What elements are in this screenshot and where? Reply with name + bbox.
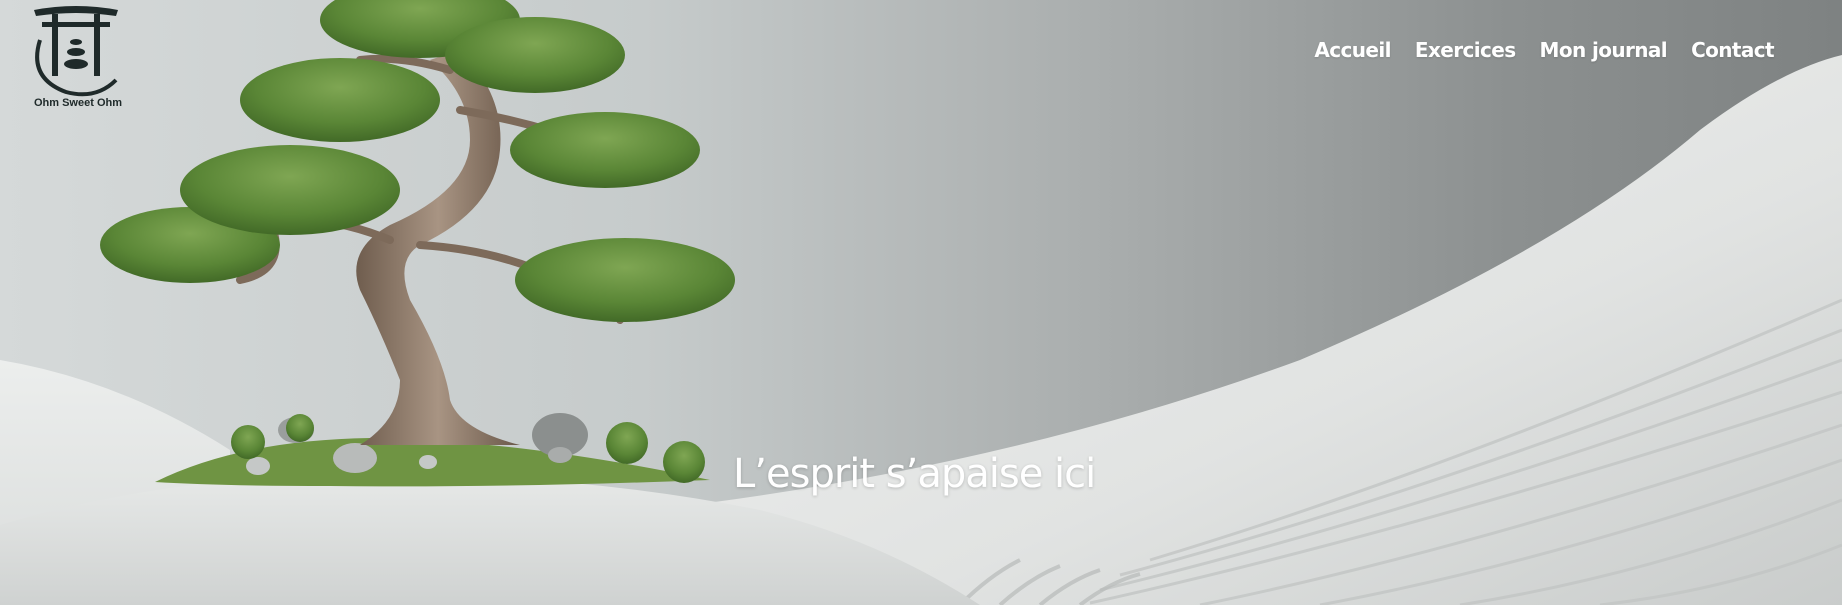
torii-gate-icon: [34, 6, 118, 97]
nav-link-contact[interactable]: Contact: [1691, 38, 1775, 62]
hero-banner: Ohm Sweet Ohm Accueil Exercices Mon jour…: [0, 0, 1842, 605]
nav-link-mon-journal[interactable]: Mon journal: [1540, 38, 1668, 62]
nav-link-exercices[interactable]: Exercices: [1415, 38, 1516, 62]
hero-tagline: L’esprit s’apaise ici: [733, 450, 1096, 497]
site-logo[interactable]: Ohm Sweet Ohm: [18, 0, 138, 115]
main-nav: Accueil Exercices Mon journal Contact: [1314, 38, 1774, 62]
zen-garden-illustration: [0, 0, 1842, 605]
logo-text: Ohm Sweet Ohm: [33, 97, 123, 109]
nav-link-accueil[interactable]: Accueil: [1314, 38, 1391, 62]
